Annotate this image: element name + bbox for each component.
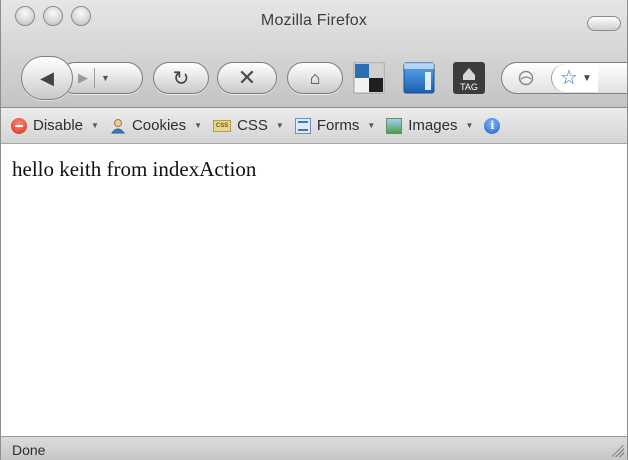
chevron-down-icon: ▼ [275,121,284,130]
status-bar: Done [1,436,627,460]
css-icon: CSS [213,119,232,132]
web-developer-toolbar: Disable ▼ Cookies ▼ CSS CSS ▼ Forms ▼ Im… [1,108,627,144]
bookmark-area[interactable]: ☆ ▼ [551,64,598,92]
images-icon [386,117,403,134]
devbar-item-label: Disable [33,117,84,134]
status-text: Done [12,442,46,458]
page-content: hello keith from indexAction [1,145,627,436]
chevron-down-icon: ▼ [367,121,376,130]
cookies-icon [110,118,126,134]
browser-window: Mozilla Firefox ◀ ▶ ▼ ↻ ✕ ⌂ TAG ☆ ▼ Disa… [0,0,628,460]
reload-button[interactable]: ↻ [153,62,209,94]
home-icon: ⌂ [309,67,321,88]
site-identity-button[interactable] [505,65,547,91]
checker-app-icon[interactable] [351,60,387,96]
forms-icon [294,117,311,134]
devbar-item-information[interactable]: i [484,117,506,134]
home-button[interactable]: ⌂ [287,62,343,94]
devbar-item-images[interactable]: Images ▼ [386,117,473,134]
toolbar-toggle-button[interactable] [587,16,621,31]
chevron-down-icon: ▼ [91,121,99,130]
devbar-item-label: Images [408,117,458,134]
devbar-item-css[interactable]: CSS CSS ▼ [213,117,284,134]
tag-icon[interactable]: TAG [451,60,487,96]
stop-button[interactable]: ✕ [217,62,277,94]
reload-icon: ↻ [172,67,190,90]
url-bar[interactable]: ☆ ▼ [501,62,627,94]
chevron-down-icon: ▼ [465,121,474,130]
bookmark-star-icon[interactable]: ☆ [560,68,578,88]
forward-arrow-icon: ▶ [78,70,88,85]
stop-icon: ✕ [237,65,257,90]
blue-window-icon[interactable] [401,60,437,96]
devbar-item-cookies[interactable]: Cookies ▼ [110,117,202,134]
devbar-item-disable[interactable]: Disable ▼ [11,117,99,134]
disable-icon [11,117,27,134]
resize-grip-icon[interactable] [612,445,624,457]
chevron-down-icon: ▼ [194,121,203,130]
window-title: Mozilla Firefox [260,12,368,29]
devbar-item-label: Cookies [131,117,187,134]
back-arrow-icon: ◀ [40,67,54,88]
tag-label: TAG [460,82,478,92]
devbar-item-label: CSS [237,117,268,134]
site-identity-icon [518,70,534,86]
forward-divider [94,68,95,88]
back-button[interactable]: ◀ [21,56,73,100]
url-dropdown-icon[interactable]: ▼ [582,73,592,84]
info-icon: i [484,117,501,134]
devbar-item-label: Forms [316,117,360,134]
title-toolbar-area: Mozilla Firefox ◀ ▶ ▼ ↻ ✕ ⌂ TAG ☆ ▼ [1,0,627,108]
page-body-text: hello keith from indexAction [12,157,257,181]
devbar-item-forms[interactable]: Forms ▼ [294,117,376,134]
history-dropdown-icon[interactable]: ▼ [101,73,110,83]
